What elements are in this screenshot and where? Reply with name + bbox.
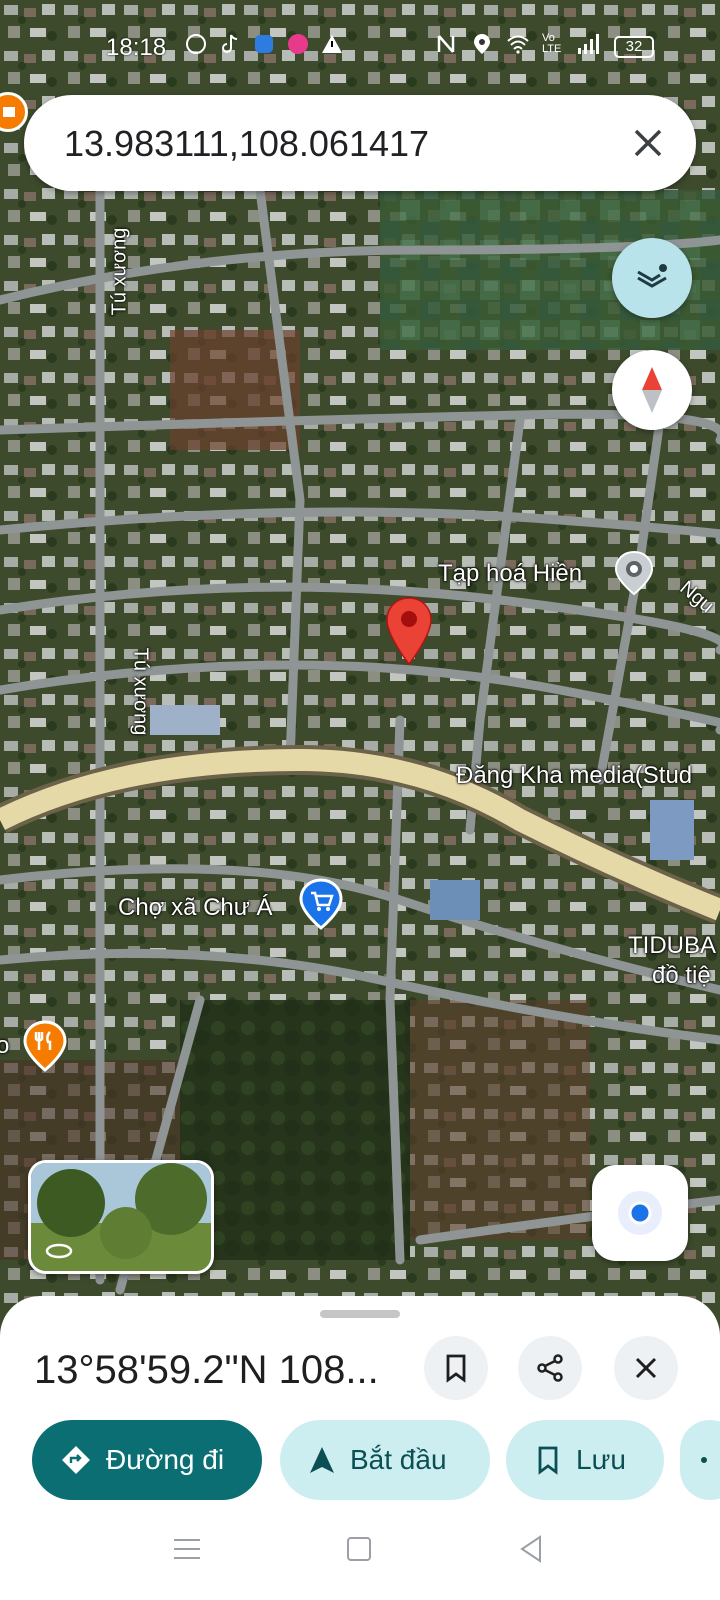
coffee-icon xyxy=(3,107,15,117)
clear-search-button[interactable] xyxy=(626,121,670,165)
coordinates-title: 13°58'59.2"N 108... xyxy=(34,1348,379,1392)
bookmark-button[interactable] xyxy=(424,1336,488,1400)
market-pin[interactable] xyxy=(298,878,344,930)
poi-label-tiduba-sub[interactable]: đồ tiệ xyxy=(652,962,711,990)
home-icon[interactable] xyxy=(346,1536,372,1562)
layers-button[interactable] xyxy=(612,238,692,318)
poi-label-dang-kha-media[interactable]: Đăng Kha media(Stud xyxy=(456,762,692,790)
compass-button[interactable] xyxy=(612,350,692,430)
start-label: Bắt đầu xyxy=(350,1444,447,1475)
nfc-icon xyxy=(437,35,455,53)
start-navigation-button[interactable]: Bắt đầu xyxy=(280,1420,490,1500)
more-actions-chip[interactable] xyxy=(680,1420,720,1500)
whatsapp-icon xyxy=(186,34,206,54)
menu-icon[interactable] xyxy=(172,1536,202,1562)
battery-indicator: 32 xyxy=(614,36,654,58)
volte-label: Vo LTE xyxy=(542,32,562,55)
directions-button[interactable]: Đường đi xyxy=(32,1420,262,1500)
cafe-pin[interactable] xyxy=(0,92,28,132)
map-pin-icon xyxy=(386,597,432,666)
directions-label: Đường đi xyxy=(106,1444,225,1475)
signal-icon xyxy=(578,34,599,54)
status-time: 18:18 xyxy=(106,34,167,61)
save-label: Lưu xyxy=(576,1444,626,1475)
poi-label-tap-hoa-hien[interactable]: Tạp hoá Hiền xyxy=(438,560,582,588)
save-button[interactable]: Lưu xyxy=(506,1420,664,1500)
location-icon xyxy=(474,34,490,54)
app-icon xyxy=(255,35,273,53)
road-label-tu-xuong-south: Tú xương xyxy=(129,647,152,736)
close-sheet-button[interactable] xyxy=(614,1336,678,1400)
poi-label-tiduba[interactable]: TIDUBA xyxy=(628,932,716,960)
my-location-icon xyxy=(618,1191,662,1235)
notification-icons xyxy=(184,32,344,56)
rotate-360-icon xyxy=(45,1243,73,1259)
lazada-icon xyxy=(288,34,308,54)
poi-label-edge: o xyxy=(0,1032,10,1059)
close-icon xyxy=(634,129,662,157)
system-icons: Vo LTE xyxy=(434,32,600,56)
share-icon xyxy=(537,1354,563,1382)
warning-icon xyxy=(322,35,342,53)
shopping-cart-icon xyxy=(299,878,343,930)
restaurant-pin[interactable] xyxy=(22,1020,68,1072)
more-icon xyxy=(701,1457,707,1463)
directions-icon xyxy=(62,1446,90,1474)
status-bar: 18:18 Vo LTE 32 xyxy=(0,0,720,80)
poi-pin-tap-hoa-hien[interactable] xyxy=(614,550,654,596)
bookmark-icon xyxy=(538,1446,558,1475)
layers-icon xyxy=(637,264,667,288)
wifi-icon xyxy=(507,35,529,54)
search-bar[interactable]: 13.983111,108.061417 xyxy=(24,95,696,191)
bookmark-icon xyxy=(446,1354,466,1383)
search-query[interactable]: 13.983111,108.061417 xyxy=(64,123,429,165)
poi-label-cho-xa-chu-a[interactable]: Chợ xã Chư Á xyxy=(118,894,273,922)
share-button[interactable] xyxy=(518,1336,582,1400)
fork-knife-icon xyxy=(23,1020,67,1072)
sheet-drag-handle[interactable] xyxy=(320,1310,400,1318)
close-icon xyxy=(635,1357,657,1379)
street-view-thumbnail[interactable] xyxy=(28,1160,214,1274)
poi-pin-icon xyxy=(614,550,654,596)
navigation-arrow-icon xyxy=(310,1447,334,1473)
compass-icon xyxy=(642,367,662,413)
my-location-button[interactable] xyxy=(592,1165,688,1261)
selected-location-pin[interactable] xyxy=(384,596,434,666)
back-icon[interactable] xyxy=(518,1535,544,1563)
system-navigation-bar xyxy=(0,1500,720,1600)
road-label-tu-xuong-north: Tú xương xyxy=(108,227,131,316)
tiktok-icon xyxy=(222,34,238,53)
